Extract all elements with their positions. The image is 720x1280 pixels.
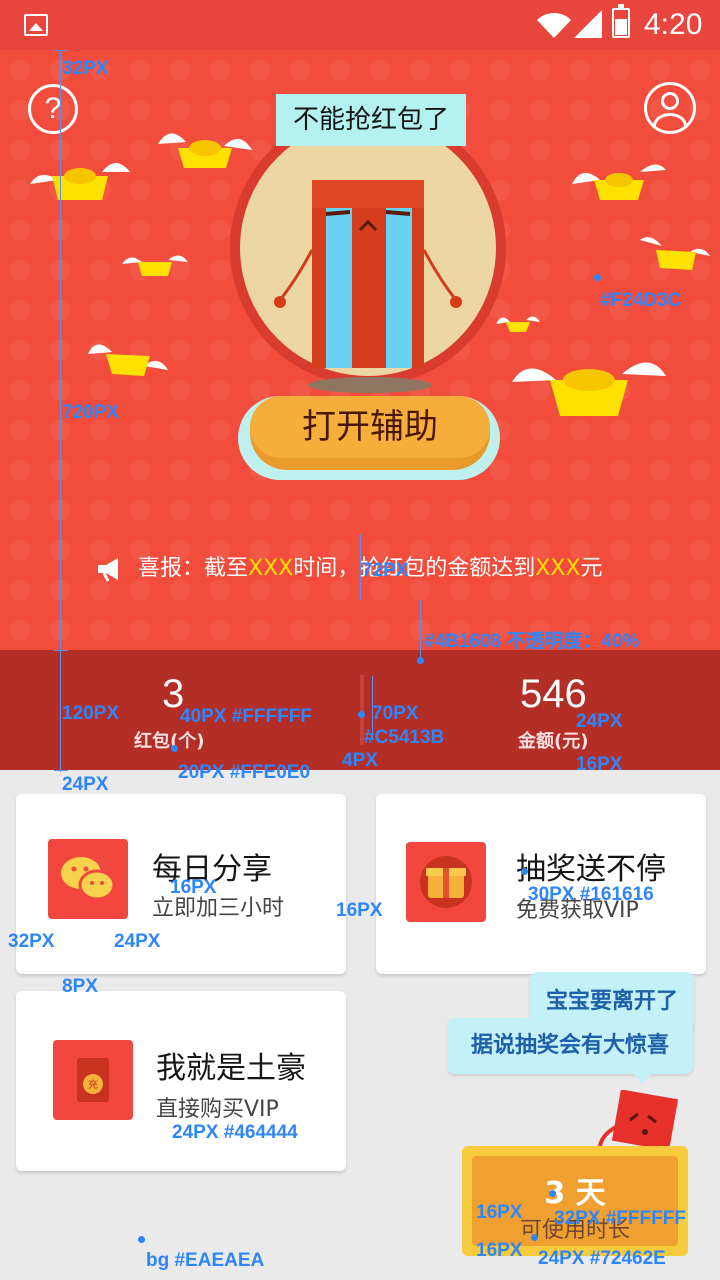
spec-annotation: 16PX bbox=[476, 1240, 523, 1261]
spec-annotation: 70PX bbox=[372, 703, 419, 724]
spec-guide-line bbox=[54, 650, 68, 651]
megaphone-icon bbox=[98, 558, 118, 582]
wechat-icon bbox=[48, 839, 128, 919]
news-prefix: 喜报：截至 bbox=[138, 556, 249, 581]
buy-vip-card[interactable]: 充 我就是土豪 直接购买VIP bbox=[16, 991, 346, 1171]
spec-annotation: 16PX bbox=[170, 877, 217, 898]
wifi-icon bbox=[537, 12, 571, 38]
status-bar: 4:20 bbox=[0, 0, 720, 50]
spec-annotation: 16PX bbox=[476, 1202, 523, 1223]
spec-annotation: 4PX bbox=[342, 750, 378, 771]
tooltip-pointer bbox=[632, 1072, 652, 1084]
spec-annotation: #C5413B bbox=[364, 727, 445, 748]
spec-annotation: #4B1608 不透明度：40% bbox=[424, 631, 640, 652]
flying-ingot-icon bbox=[88, 344, 168, 376]
spec-annotation: 24PX bbox=[114, 931, 161, 952]
spec-marker bbox=[521, 868, 528, 875]
news-placeholder-amount: XXX bbox=[535, 556, 581, 581]
spec-marker bbox=[594, 274, 601, 281]
amount-value: 546 bbox=[520, 672, 587, 716]
spec-annotation: bg #EAEAEA bbox=[146, 1250, 265, 1271]
spec-marker bbox=[417, 657, 424, 664]
spec-guide-line bbox=[54, 50, 68, 51]
flying-ingot-icon bbox=[158, 133, 252, 168]
spec-guide-line bbox=[420, 600, 421, 660]
news-suffix: 元 bbox=[580, 556, 603, 581]
spec-annotation: 32PX #FFFFFF bbox=[554, 1208, 686, 1229]
spec-annotation: 32PX bbox=[62, 58, 109, 79]
spec-annotation: 120PX bbox=[62, 703, 120, 724]
spec-annotation: 24PX bbox=[576, 711, 623, 732]
spec-annotation: 24PX bbox=[62, 774, 109, 795]
news-placeholder-time: XXX bbox=[248, 556, 294, 581]
spec-annotation: 16PX bbox=[336, 900, 383, 921]
flying-ingot-icon bbox=[496, 316, 540, 332]
spec-annotation: 32PX bbox=[8, 931, 55, 952]
spec-annotation: 720PX bbox=[62, 402, 120, 423]
spec-annotation: 20PX #FFE0E0 bbox=[178, 762, 311, 783]
flying-ingot-icon bbox=[30, 163, 130, 200]
gift-box-icon bbox=[406, 842, 486, 922]
spec-guide-line bbox=[54, 770, 68, 771]
envelope-count-label: 红包(个) bbox=[134, 731, 205, 752]
spec-marker bbox=[358, 711, 365, 718]
image-notification-icon bbox=[24, 14, 48, 36]
spec-annotation: 16PX bbox=[576, 754, 623, 775]
spec-guide-line bbox=[360, 534, 361, 600]
buy-vip-title: 我就是土豪 bbox=[156, 1051, 306, 1086]
charge-envelope-icon: 充 bbox=[53, 1040, 133, 1120]
spec-annotation: 24PX #72462E bbox=[538, 1248, 666, 1269]
clock: 4:20 bbox=[644, 8, 703, 41]
spec-annotation: 30PX #161616 bbox=[528, 884, 654, 905]
signal-icon bbox=[574, 10, 602, 38]
user-profile-icon[interactable] bbox=[644, 82, 696, 134]
news-mid: 时间，抢红包的金额达到 bbox=[293, 556, 536, 581]
spec-marker bbox=[531, 1234, 538, 1241]
lottery-title: 抽奖送不停 bbox=[516, 852, 666, 887]
spec-marker bbox=[549, 1190, 556, 1197]
spec-marker bbox=[171, 745, 178, 752]
battery-icon bbox=[612, 4, 630, 38]
flying-ingot-icon bbox=[122, 255, 188, 276]
amount-label: 金额(元) bbox=[518, 731, 589, 752]
buy-vip-subtitle: 直接购买VIP bbox=[156, 1097, 279, 1122]
sad-envelope-icon bbox=[274, 180, 462, 393]
spec-guide-line bbox=[60, 50, 61, 772]
tooltip-line2: 据说抽奖会有大惊喜 bbox=[447, 1018, 693, 1074]
help-icon[interactable]: ? bbox=[28, 84, 78, 134]
spec-marker bbox=[138, 1236, 145, 1243]
flying-ingot-icon bbox=[512, 362, 666, 416]
open-assist-button[interactable]: 打开辅助 bbox=[250, 396, 490, 458]
spec-annotation: 8PX bbox=[62, 976, 98, 997]
flying-ingot-icon bbox=[572, 164, 666, 200]
spec-annotation: #F24D3C bbox=[600, 290, 682, 311]
flying-ingot-icon bbox=[640, 237, 710, 270]
spec-annotation: 40PX #FFFFFF bbox=[180, 706, 312, 727]
spec-annotation: 24PX #464444 bbox=[172, 1122, 298, 1143]
status-title-tag: 不能抢红包了 bbox=[276, 94, 466, 146]
spec-annotation: 72PX bbox=[362, 560, 409, 581]
svg-text:充: 充 bbox=[88, 1078, 98, 1091]
